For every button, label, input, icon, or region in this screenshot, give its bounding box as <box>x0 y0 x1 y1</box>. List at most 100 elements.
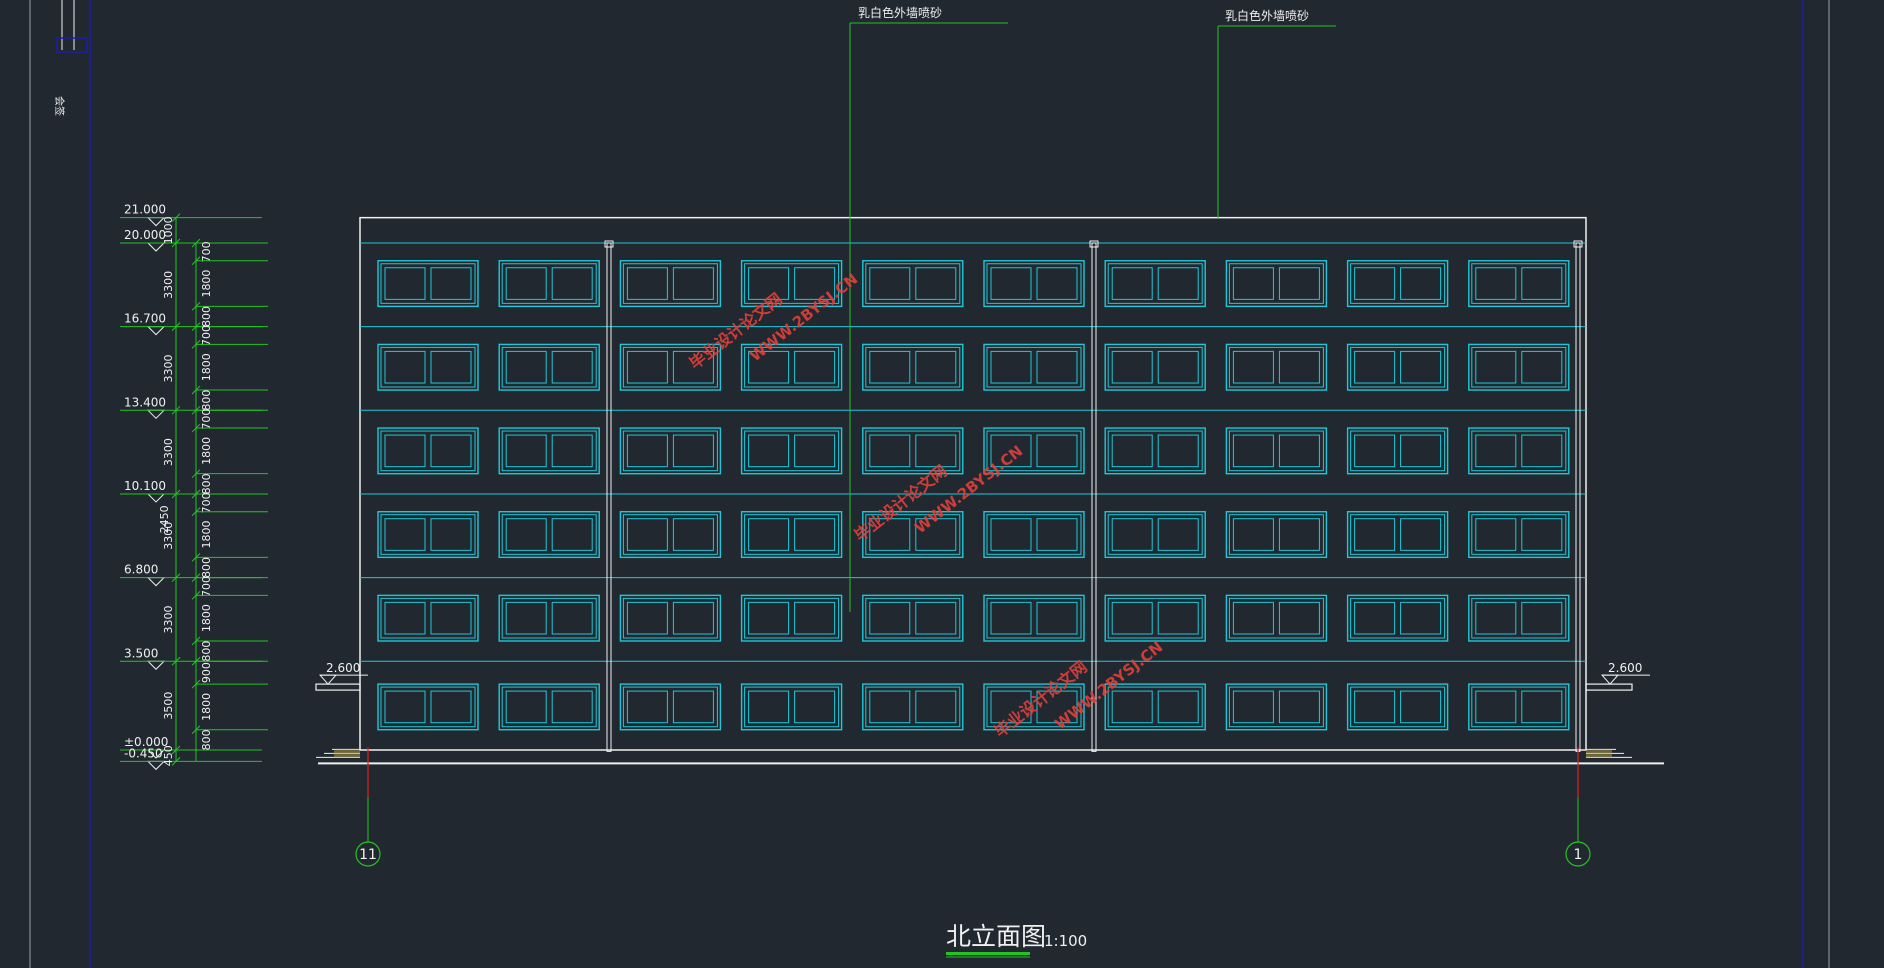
window-sash <box>1521 267 1563 300</box>
window-sash <box>1111 434 1153 468</box>
window-sash <box>1354 350 1396 384</box>
window-sash <box>384 690 426 724</box>
window-sash <box>1278 690 1320 724</box>
window-sash <box>794 434 836 468</box>
window-inner-frame <box>1350 346 1446 388</box>
window-sash <box>1157 690 1199 724</box>
window-sash <box>551 518 593 551</box>
window-inner-frame <box>380 263 476 304</box>
window-inner-frame <box>865 263 961 304</box>
window <box>1225 427 1328 475</box>
dimension-inner: 1800 <box>200 437 213 465</box>
dimension-inner: 1800 <box>200 270 213 298</box>
window <box>1468 511 1570 559</box>
window-sash <box>1475 601 1517 635</box>
window-sash <box>990 601 1032 635</box>
dimension-misc: 2450 <box>158 505 171 533</box>
window <box>1104 260 1206 308</box>
window <box>498 594 600 642</box>
window-inner-frame <box>865 597 961 639</box>
window-inner-frame <box>1107 263 1203 304</box>
window-inner-frame <box>744 686 840 728</box>
window-sash <box>1354 601 1396 635</box>
window-sash <box>1157 434 1199 468</box>
drawing-canvas: 2.600 2.60011 121.00020.00016.70013.40010.… <box>29 0 1830 968</box>
window-inner-frame <box>744 430 840 472</box>
window <box>377 511 479 559</box>
elevation-label: 6.800 <box>124 563 158 577</box>
window-sash <box>430 267 472 300</box>
window-inner-frame <box>1471 514 1567 555</box>
window-sash <box>1232 518 1274 551</box>
window-sash <box>505 350 547 384</box>
window <box>498 427 600 475</box>
window-inner-frame <box>1471 346 1567 388</box>
canopy-right <box>1585 683 1633 691</box>
canopy-left <box>315 683 361 691</box>
window-inner-frame <box>986 514 1082 555</box>
window <box>619 594 722 642</box>
window-inner-frame <box>501 346 597 388</box>
window-sash <box>1036 350 1078 384</box>
window-inner-frame <box>1107 597 1203 639</box>
window <box>1468 260 1570 308</box>
window-sash <box>384 267 426 300</box>
window-inner-frame <box>1350 430 1446 472</box>
window-sash <box>794 350 836 384</box>
window-sash <box>748 690 790 724</box>
grid-axis-right: 1 <box>1574 847 1583 863</box>
window-inner-frame <box>1228 597 1324 639</box>
window <box>619 511 722 559</box>
window-inner-frame <box>986 597 1082 639</box>
window-sash <box>672 434 714 468</box>
window-sash <box>1278 518 1320 551</box>
downpipe <box>1575 242 1581 752</box>
window-sash <box>990 267 1032 300</box>
window-inner-frame <box>501 430 597 472</box>
window <box>1104 683 1206 731</box>
elevation-label: 16.700 <box>124 312 166 326</box>
elevation-triangle <box>318 674 338 685</box>
elevation-label: 3.500 <box>124 646 158 660</box>
dimension-inner: 1800 <box>200 693 213 721</box>
window <box>983 594 1085 642</box>
window <box>377 260 479 308</box>
drawing-scale: 1:100 <box>1044 932 1087 950</box>
window <box>619 427 722 475</box>
window-inner-frame <box>501 263 597 304</box>
window-inner-frame <box>1107 430 1203 472</box>
window-sash <box>1354 267 1396 300</box>
window-sash <box>869 267 911 300</box>
window-sash <box>1036 601 1078 635</box>
window <box>740 594 843 642</box>
window <box>498 511 600 559</box>
elevation-label: 13.400 <box>124 395 166 409</box>
dimension-inner: 800 <box>200 390 213 411</box>
window-sash <box>1036 267 1078 300</box>
window <box>983 260 1085 308</box>
window-sash <box>1521 350 1563 384</box>
window-sash <box>1400 690 1442 724</box>
window-inner-frame <box>744 514 840 555</box>
window-sash <box>551 267 593 300</box>
drawing-title: 北立面图 <box>946 922 1046 951</box>
window <box>377 683 479 731</box>
window-sash <box>626 601 668 635</box>
window <box>862 594 964 642</box>
window-sash <box>748 518 790 551</box>
downpipe-head <box>1089 240 1099 248</box>
elevation-label: -0.450 <box>124 746 163 760</box>
window <box>619 260 722 308</box>
window <box>498 260 600 308</box>
window-sash <box>430 434 472 468</box>
window <box>377 343 479 391</box>
window-sash <box>869 601 911 635</box>
dimension-inner: 700 <box>200 325 213 346</box>
window-inner-frame <box>1107 514 1203 555</box>
window-sash <box>1111 518 1153 551</box>
window <box>1468 594 1570 642</box>
window-inner-frame <box>1228 514 1324 555</box>
window-sash <box>915 601 957 635</box>
window-sash <box>915 267 957 300</box>
window <box>498 343 600 391</box>
